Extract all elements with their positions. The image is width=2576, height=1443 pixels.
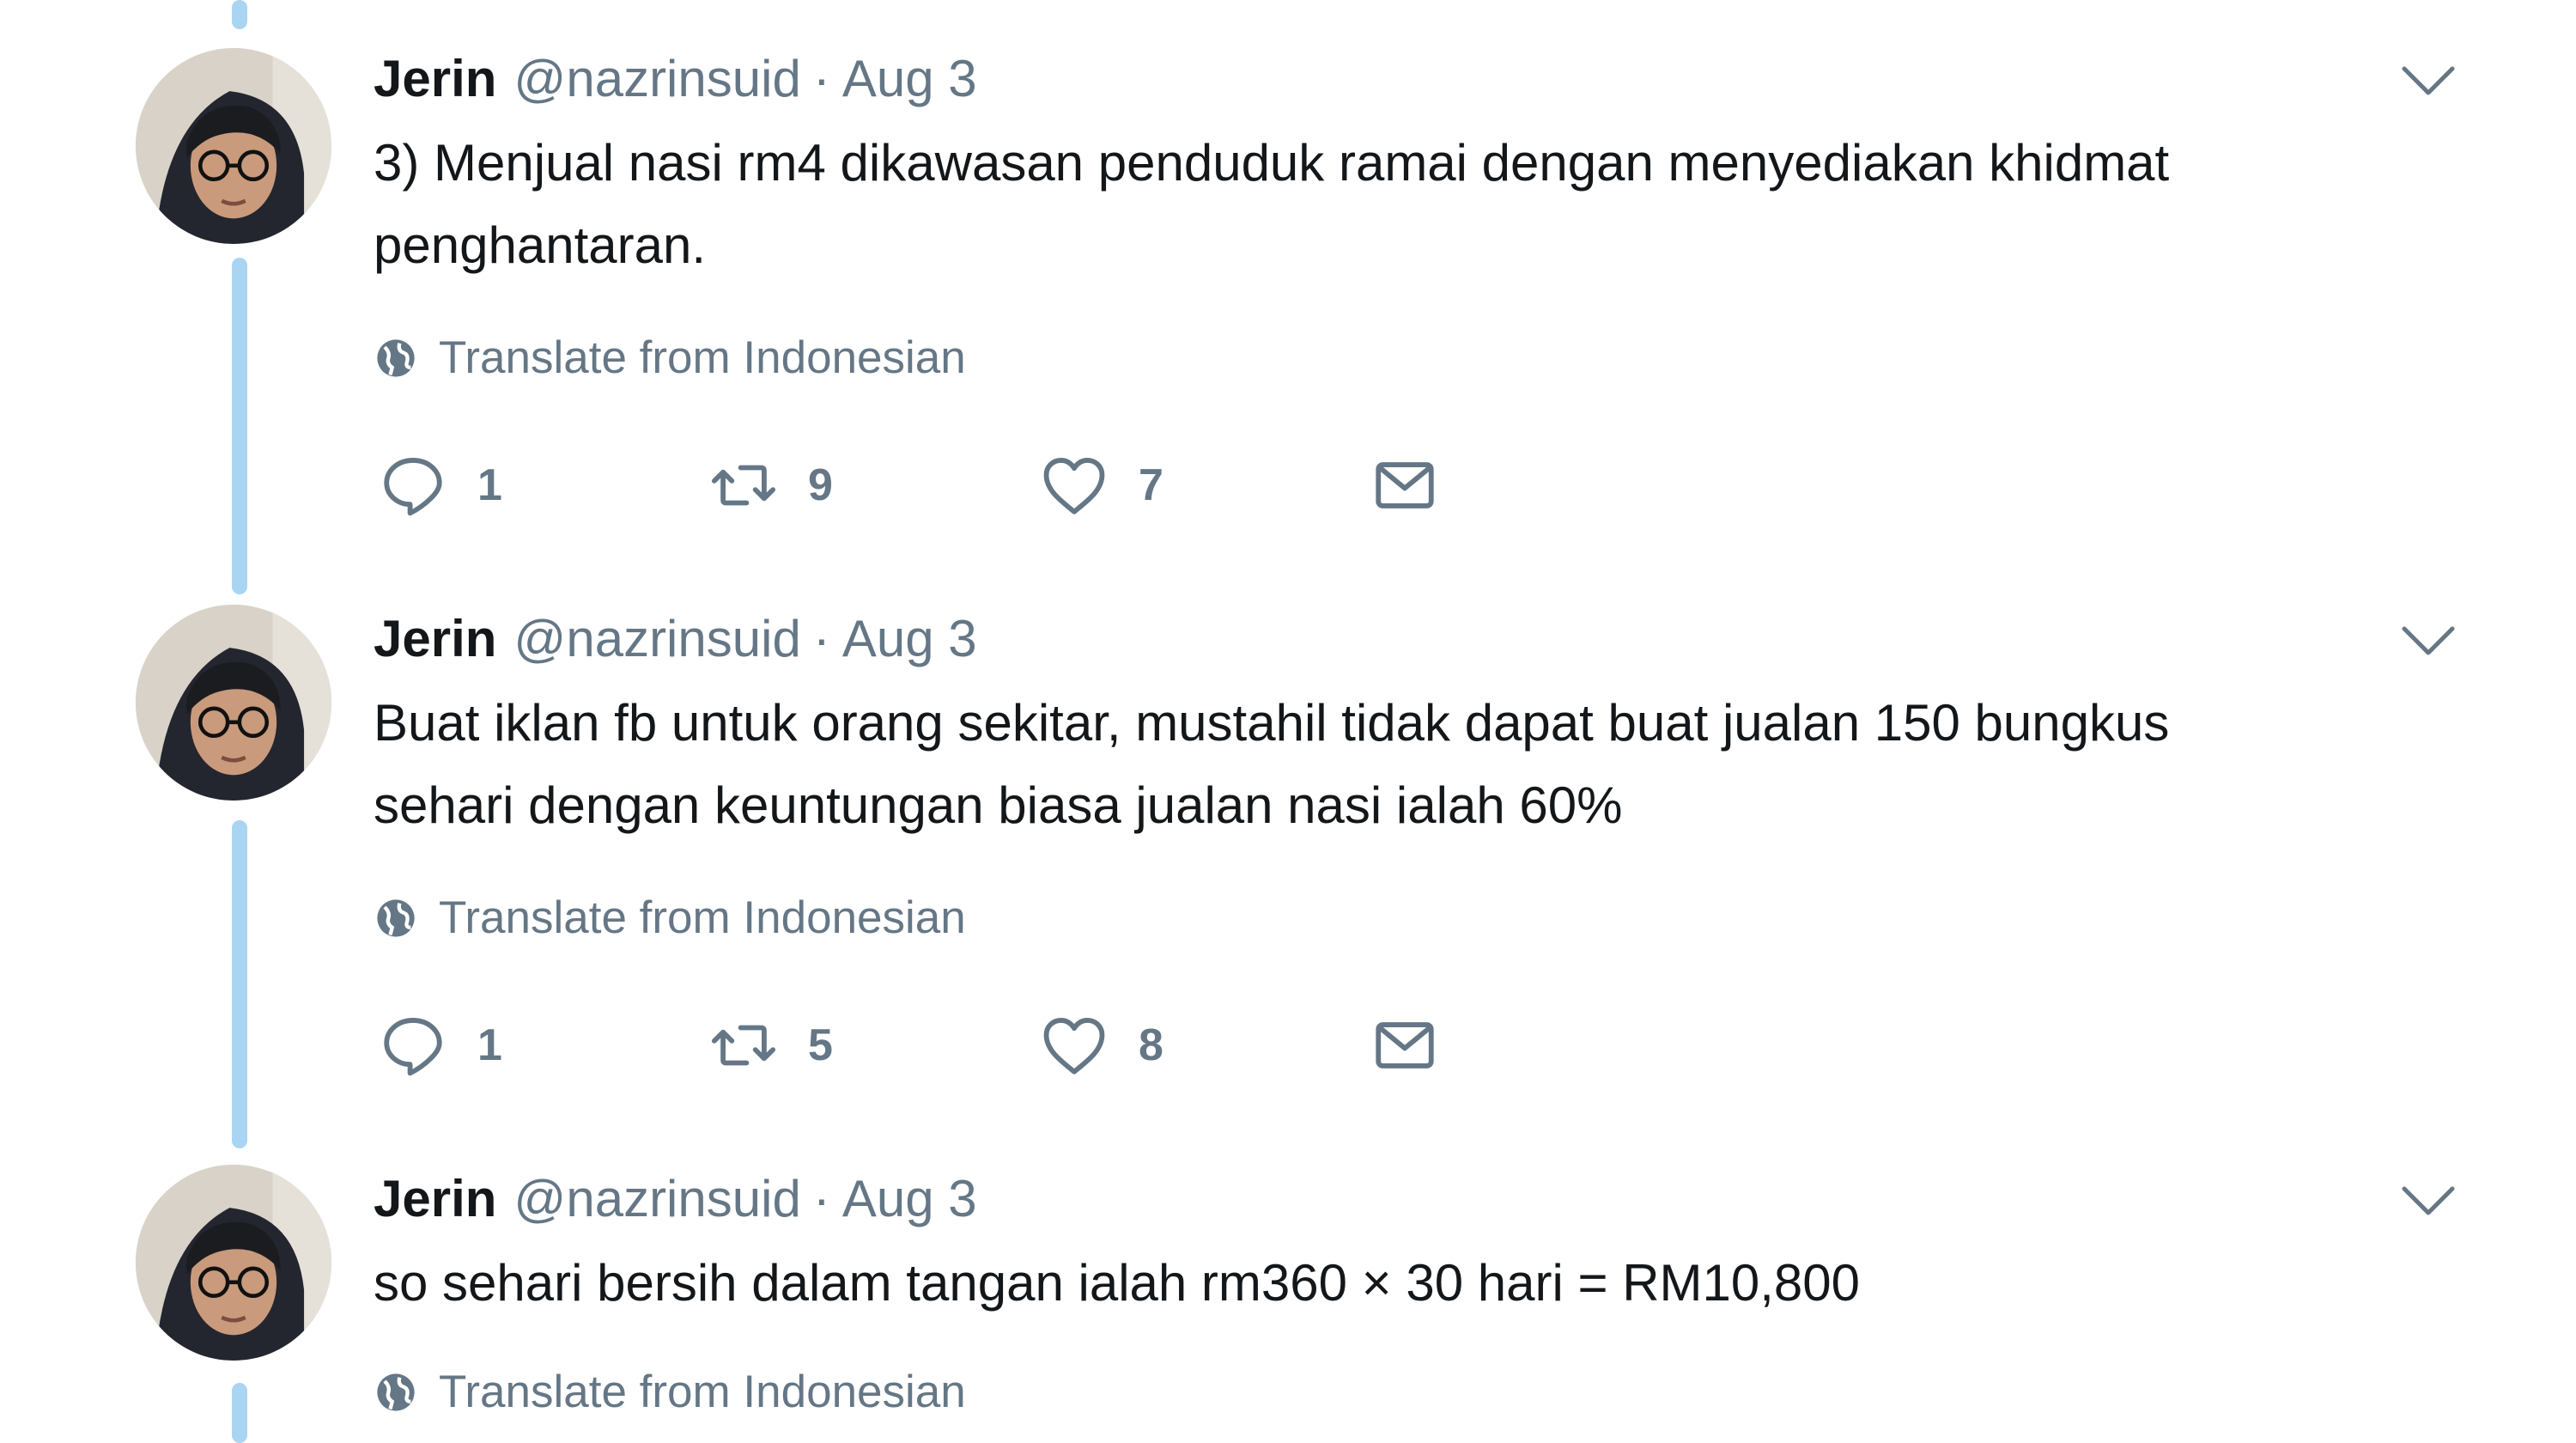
translate-label: Translate from Indonesian — [439, 1367, 966, 1417]
avatar-image — [136, 605, 331, 801]
author-name[interactable]: Jerin — [374, 609, 496, 668]
avatar[interactable] — [136, 605, 331, 801]
avatar[interactable] — [136, 48, 331, 244]
reply-icon — [384, 458, 442, 516]
separator: · — [812, 609, 830, 667]
heart-icon — [1043, 458, 1105, 514]
retweet-count: 9 — [808, 460, 833, 510]
tweet-header: Jerin @nazrinsuid · Aug 3 — [374, 1160, 977, 1237]
translate-label: Translate from Indonesian — [439, 892, 966, 943]
translate-link[interactable]: Translate from Indonesian — [374, 332, 966, 384]
tweet-text-line: Buat iklan fb untuk orang sekitar, musta… — [374, 694, 2170, 752]
author-handle[interactable]: @nazrinsuid — [513, 1169, 800, 1228]
message-button[interactable] — [1370, 1007, 1440, 1084]
reply-count: 1 — [477, 1020, 502, 1070]
thread-connector-top — [232, 0, 247, 29]
chevron-down-icon[interactable] — [2401, 64, 2456, 98]
author-name[interactable]: Jerin — [374, 1169, 496, 1228]
like-button[interactable]: 8 — [1039, 1007, 1163, 1084]
globe-icon — [377, 338, 415, 377]
tweet-header: Jerin @nazrinsuid · Aug 3 — [374, 600, 977, 677]
author-name[interactable]: Jerin — [374, 49, 496, 108]
tweet-header: Jerin @nazrinsuid · Aug 3 — [374, 40, 977, 117]
tweet[interactable]: Jerin @nazrinsuid · Aug 3 so sehari bers… — [0, 1160, 2576, 1443]
author-handle[interactable]: @nazrinsuid — [513, 49, 800, 108]
heart-icon — [1043, 1018, 1105, 1075]
envelope-icon — [1376, 1022, 1434, 1069]
tweet-text: 3) Menjual nasi rm4 dikawasan penduduk r… — [374, 122, 2503, 287]
separator: · — [812, 49, 830, 107]
translate-link[interactable]: Translate from Indonesian — [374, 892, 966, 944]
reply-icon — [384, 1018, 442, 1076]
retweet-icon — [711, 1025, 776, 1066]
tweet-text-line: 3) Menjual nasi rm4 dikawasan penduduk r… — [374, 134, 2170, 192]
tweet-date[interactable]: Aug 3 — [842, 49, 977, 108]
translate-label: Translate from Indonesian — [439, 332, 966, 383]
reply-count: 1 — [477, 460, 502, 510]
tweet-text-line: penghantaran. — [374, 216, 707, 274]
like-count: 8 — [1139, 1020, 1163, 1070]
translate-link[interactable]: Translate from Indonesian — [374, 1366, 966, 1418]
tweet-text-line: sehari dengan keuntungan biasa jualan na… — [374, 776, 1623, 834]
avatar-image — [136, 1165, 331, 1361]
tweet-date[interactable]: Aug 3 — [842, 609, 977, 668]
retweet-button[interactable]: 5 — [708, 1007, 833, 1084]
tweet-text: so sehari bersih dalam tangan ialah rm36… — [374, 1242, 2503, 1324]
tweet[interactable]: Jerin @nazrinsuid · Aug 3 3) Menjual nas… — [0, 40, 2576, 572]
retweet-count: 5 — [808, 1020, 833, 1070]
globe-icon — [377, 898, 415, 937]
message-button[interactable] — [1370, 447, 1440, 524]
globe-icon — [377, 1373, 415, 1411]
retweet-icon — [711, 465, 776, 506]
avatar-image — [136, 48, 331, 244]
avatar[interactable] — [136, 1165, 331, 1361]
tweet[interactable]: Jerin @nazrinsuid · Aug 3 Buat iklan fb … — [0, 600, 2576, 1132]
reply-button[interactable]: 1 — [378, 1007, 502, 1084]
like-count: 7 — [1139, 460, 1163, 510]
tweet-text-line: so sehari bersih dalam tangan ialah rm36… — [374, 1254, 1861, 1312]
chevron-down-icon[interactable] — [2401, 1184, 2456, 1218]
tweet-date[interactable]: Aug 3 — [842, 1169, 977, 1228]
envelope-icon — [1376, 462, 1434, 508]
retweet-button[interactable]: 9 — [708, 447, 833, 524]
separator: · — [812, 1169, 830, 1227]
chevron-down-icon[interactable] — [2401, 624, 2456, 658]
author-handle[interactable]: @nazrinsuid — [513, 609, 800, 668]
like-button[interactable]: 7 — [1039, 447, 1163, 524]
tweet-text: Buat iklan fb untuk orang sekitar, musta… — [374, 682, 2503, 847]
reply-button[interactable]: 1 — [378, 447, 502, 524]
